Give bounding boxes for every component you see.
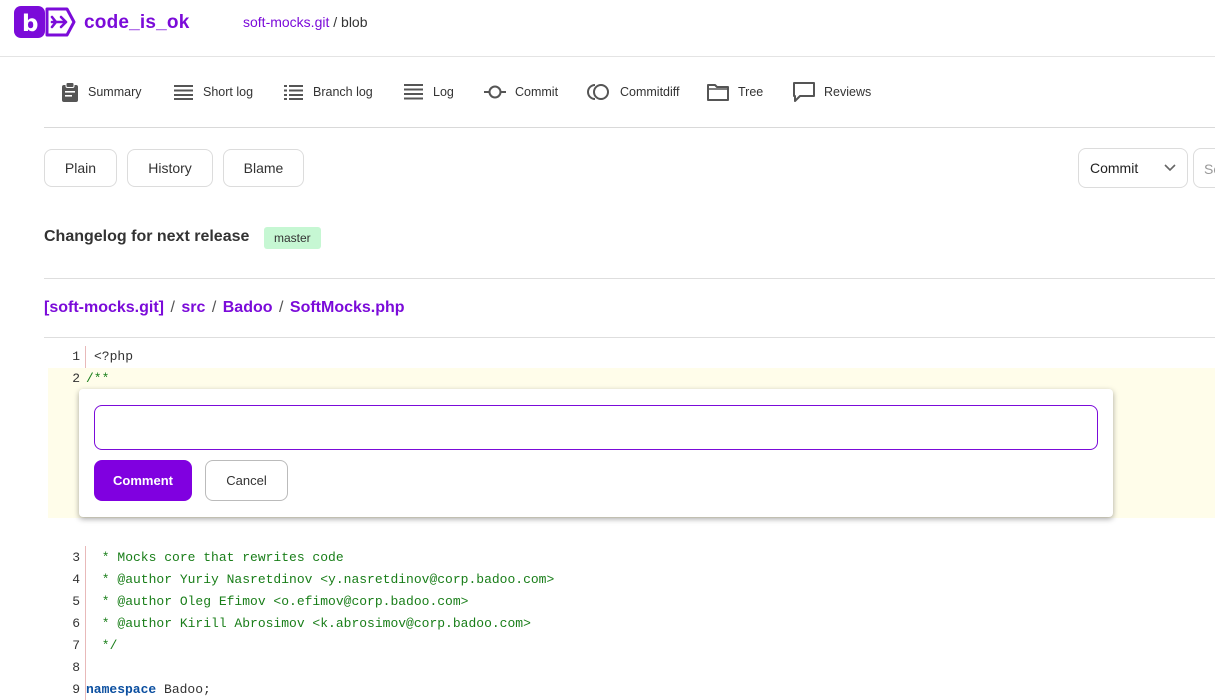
search-input[interactable]: Se xyxy=(1193,148,1215,188)
nav-short-log-label: Short log xyxy=(203,85,254,99)
breadcrumb-page: blob xyxy=(341,14,368,30)
line-number[interactable]: 8 xyxy=(0,660,80,675)
line-number[interactable]: 7 xyxy=(0,638,80,653)
keyword: namespace xyxy=(86,682,157,697)
nav-branch-log-label: Branch log xyxy=(313,85,373,99)
line-number[interactable]: 3 xyxy=(0,550,80,565)
path-separator: / xyxy=(278,299,284,316)
commit-icon xyxy=(484,85,506,99)
nav-commitdiff-label: Commitdiff xyxy=(620,85,680,99)
line-number[interactable]: 9 xyxy=(0,682,80,697)
nav-reviews[interactable]: Reviews xyxy=(793,62,871,122)
nav-commit[interactable]: Commit xyxy=(484,62,558,122)
line-number[interactable]: 6 xyxy=(0,616,80,631)
code-line: * Mocks core that rewrites code xyxy=(94,550,344,565)
nav-log[interactable]: Log xyxy=(404,62,454,122)
badoo-logo-icon[interactable]: b xyxy=(14,6,76,38)
code-line: namespace Badoo; xyxy=(86,682,211,697)
line-number[interactable]: 4 xyxy=(0,572,80,587)
path-repo-link[interactable]: [soft-mocks.git] xyxy=(44,299,164,316)
path-src-link[interactable]: src xyxy=(181,299,205,316)
nav-branch-log[interactable]: Branch log xyxy=(284,62,373,122)
search-type-select[interactable]: Commit xyxy=(1078,148,1188,188)
divider xyxy=(44,278,1215,279)
code-line: * @author Kirill Abrosimov <k.abrosimov@… xyxy=(94,616,531,631)
path-separator: / xyxy=(170,299,175,316)
chevron-down-icon xyxy=(1164,164,1176,172)
comment-textarea[interactable] xyxy=(94,405,1098,450)
line-number[interactable]: 1 xyxy=(0,349,80,364)
blame-button[interactable]: Blame xyxy=(223,149,304,187)
code-line: /** xyxy=(86,371,110,386)
code-line: * @author Oleg Efimov <o.efimov@corp.bad… xyxy=(94,594,469,609)
breadcrumb-repo-link[interactable]: soft-mocks.git xyxy=(243,14,329,30)
line-number[interactable]: 2 xyxy=(0,371,80,386)
gutter-divider xyxy=(85,546,86,700)
code-line: * @author Yuriy Nasretdinov <y.nasretdin… xyxy=(94,572,555,587)
nav-commit-label: Commit xyxy=(515,85,559,99)
code-line: */ xyxy=(94,638,118,653)
path-separator: / xyxy=(211,299,217,316)
breadcrumb-separator: / xyxy=(333,14,338,30)
nav-short-log[interactable]: Short log xyxy=(174,62,253,122)
divider xyxy=(44,337,1215,338)
branch-log-icon xyxy=(284,85,303,100)
gutter-divider xyxy=(85,346,86,368)
nav-commitdiff[interactable]: Commitdiff xyxy=(587,62,680,122)
code-line: <?php xyxy=(94,349,134,364)
brand-name[interactable]: code_is_ok xyxy=(84,12,190,34)
svg-text:b: b xyxy=(22,11,38,37)
repo-nav: Summary Short log Branch log Log Commit … xyxy=(44,62,1215,128)
commit-title: Changelog for next release xyxy=(44,228,250,245)
speech-bubble-icon xyxy=(793,82,815,102)
path-file-link[interactable]: SoftMocks.php xyxy=(290,299,405,316)
file-path: [soft-mocks.git] / src / Badoo / SoftMoc… xyxy=(44,299,405,317)
short-log-icon xyxy=(174,85,193,100)
comment-cancel-button[interactable]: Cancel xyxy=(205,460,288,501)
breadcrumb: soft-mocks.git / blob xyxy=(243,14,368,30)
nav-reviews-label: Reviews xyxy=(824,85,872,99)
nav-log-label: Log xyxy=(433,85,454,99)
line-number[interactable]: 5 xyxy=(0,594,80,609)
nav-summary-label: Summary xyxy=(88,85,142,99)
clipboard-icon xyxy=(62,82,78,102)
code-text: Badoo; xyxy=(156,682,211,697)
branch-badge: master xyxy=(264,227,321,249)
nav-tree-label: Tree xyxy=(738,85,764,99)
nav-summary[interactable]: Summary xyxy=(61,62,141,122)
comment-submit-button[interactable]: Comment xyxy=(94,460,192,501)
top-header: b code_is_ok soft-mocks.git / blob xyxy=(0,0,1215,57)
inline-comment-form: Comment Cancel xyxy=(79,389,1113,517)
folder-icon xyxy=(707,84,729,101)
commitdiff-icon xyxy=(587,84,609,100)
log-icon xyxy=(404,84,423,100)
plain-button[interactable]: Plain xyxy=(44,149,117,187)
search-type-value: Commit xyxy=(1090,160,1139,176)
history-button[interactable]: History xyxy=(127,149,213,187)
nav-tree[interactable]: Tree xyxy=(707,62,763,122)
path-badoo-link[interactable]: Badoo xyxy=(223,299,273,316)
